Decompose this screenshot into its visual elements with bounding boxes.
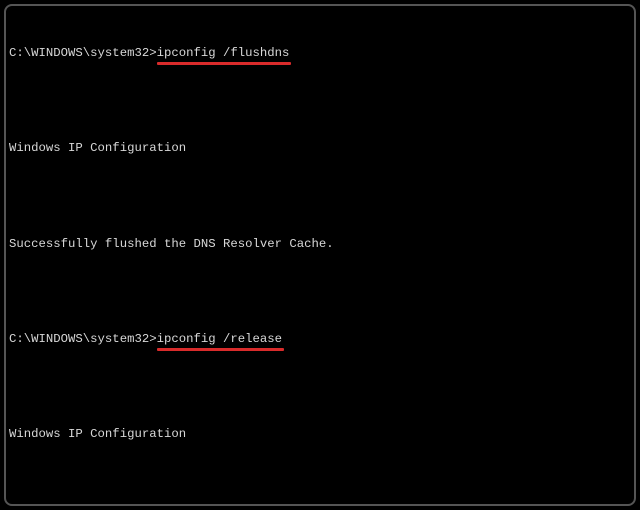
ip-config-header: Windows IP Configuration — [9, 140, 631, 157]
terminal-frame: C:\WINDOWS\system32>ipconfig /flushdns W… — [4, 4, 636, 506]
prompt-line-flushdns: C:\WINDOWS\system32>ipconfig /flushdns — [9, 45, 631, 62]
terminal-output[interactable]: C:\WINDOWS\system32>ipconfig /flushdns W… — [9, 12, 631, 506]
prompt: C:\WINDOWS\system32> — [9, 332, 157, 346]
ip-config-header: Windows IP Configuration — [9, 426, 631, 443]
command-flushdns: ipconfig /flushdns — [157, 45, 290, 62]
output-flushdns: Successfully flushed the DNS Resolver Ca… — [9, 236, 631, 253]
prompt-line-release: C:\WINDOWS\system32>ipconfig /release — [9, 331, 631, 348]
prompt: C:\WINDOWS\system32> — [9, 46, 157, 60]
command-release: ipconfig /release — [157, 331, 282, 348]
